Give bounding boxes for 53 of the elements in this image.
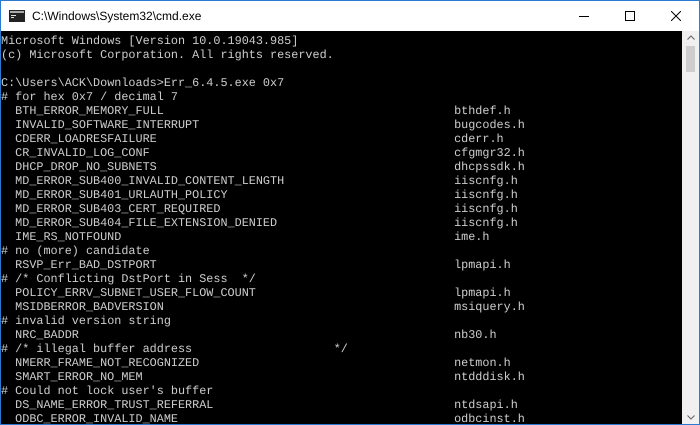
scroll-up-icon[interactable] <box>686 35 694 40</box>
header-file: iiscnfg.h <box>454 202 518 216</box>
header-file: lpmapi.h <box>454 258 511 272</box>
error-name: DHCP_DROP_NO_SUBNETS <box>15 160 157 174</box>
header-file: msiquery.h <box>454 300 525 314</box>
error-name: CDERR_LOADRESFAILURE <box>15 132 157 146</box>
window-title: C:\Windows\System32\cmd.exe <box>32 8 202 25</box>
header-file: nb30.h <box>454 328 497 342</box>
header-file: bthdef.h <box>454 104 511 118</box>
console-text: C:\Users\ACK\Downloads>Err_6.4.5.exe 0x7 <box>1 76 284 90</box>
error-name: CR_INVALID_LOG_CONF <box>15 146 150 160</box>
error-name: SMART_ERROR_NO_MEM <box>15 370 143 384</box>
header-file: ntdddisk.h <box>454 370 525 384</box>
error-name: POLICY_ERRV_SUBNET_USER_FLOW_COUNT <box>15 286 256 300</box>
header-file: iiscnfg.h <box>454 188 518 202</box>
maximize-icon <box>625 11 635 21</box>
header-file: netmon.h <box>454 356 511 370</box>
console-text: Microsoft Windows [Version 10.0.19043.985] <box>1 34 298 48</box>
console-text: # for hex 0x7 / decimal 7 <box>1 90 178 104</box>
error-name: MSIDBERROR_BADVERSION <box>15 300 164 314</box>
scrollbar-thumb[interactable] <box>686 46 695 72</box>
close-icon <box>671 11 681 21</box>
console-text: # no (more) candidate <box>1 244 150 258</box>
header-file: cfgmgr32.h <box>454 146 525 160</box>
header-file: lpmapi.h <box>454 286 511 300</box>
header-file: bugcodes.h <box>454 118 525 132</box>
error-name: NRC_BADDR <box>15 328 79 342</box>
error-name: INVALID_SOFTWARE_INTERRUPT <box>15 118 200 132</box>
error-name: MD_ERROR_SUB401_URLAUTH_POLICY <box>15 188 228 202</box>
header-file: ntdsapi.h <box>454 398 518 412</box>
error-name: MD_ERROR_SUB404_FILE_EXTENSION_DENIED <box>15 216 278 230</box>
error-name: ODBC_ERROR_INVALID_NAME <box>15 412 178 424</box>
header-file: cderr.h <box>454 132 504 146</box>
header-file: ime.h <box>454 230 490 244</box>
header-file: odbcinst.h <box>454 412 525 424</box>
header-file: dhcpssdk.h <box>454 160 525 174</box>
error-name: NMERR_FRAME_NOT_RECOGNIZED <box>15 356 200 370</box>
error-name: RSVP_Err_BAD_DSTPORT <box>15 258 157 272</box>
error-name: IME_RS_NOTFOUND <box>15 230 122 244</box>
console-text: # /* Conflicting DstPort in Sess */ <box>1 272 256 286</box>
header-file: iiscnfg.h <box>454 216 518 230</box>
error-name: MD_ERROR_SUB400_INVALID_CONTENT_LENGTH <box>15 174 284 188</box>
console-text: # invalid version string <box>1 314 171 328</box>
console-text: # /* illegal buffer address */ <box>1 342 348 356</box>
error-name: BTH_ERROR_MEMORY_FULL <box>15 104 164 118</box>
scrollbar[interactable] <box>682 31 699 424</box>
error-name: DS_NAME_ERROR_TRUST_REFERRAL <box>15 398 214 412</box>
console-text: (c) Microsoft Corporation. All rights reserved. <box>1 48 334 62</box>
console-text: # Could not lock user's buffer <box>1 384 214 398</box>
error-name: MD_ERROR_SUB403_CERT_REQUIRED <box>15 202 220 216</box>
console-icon <box>9 10 25 22</box>
scroll-down-icon[interactable] <box>686 415 694 420</box>
header-file: iiscnfg.h <box>454 174 518 188</box>
